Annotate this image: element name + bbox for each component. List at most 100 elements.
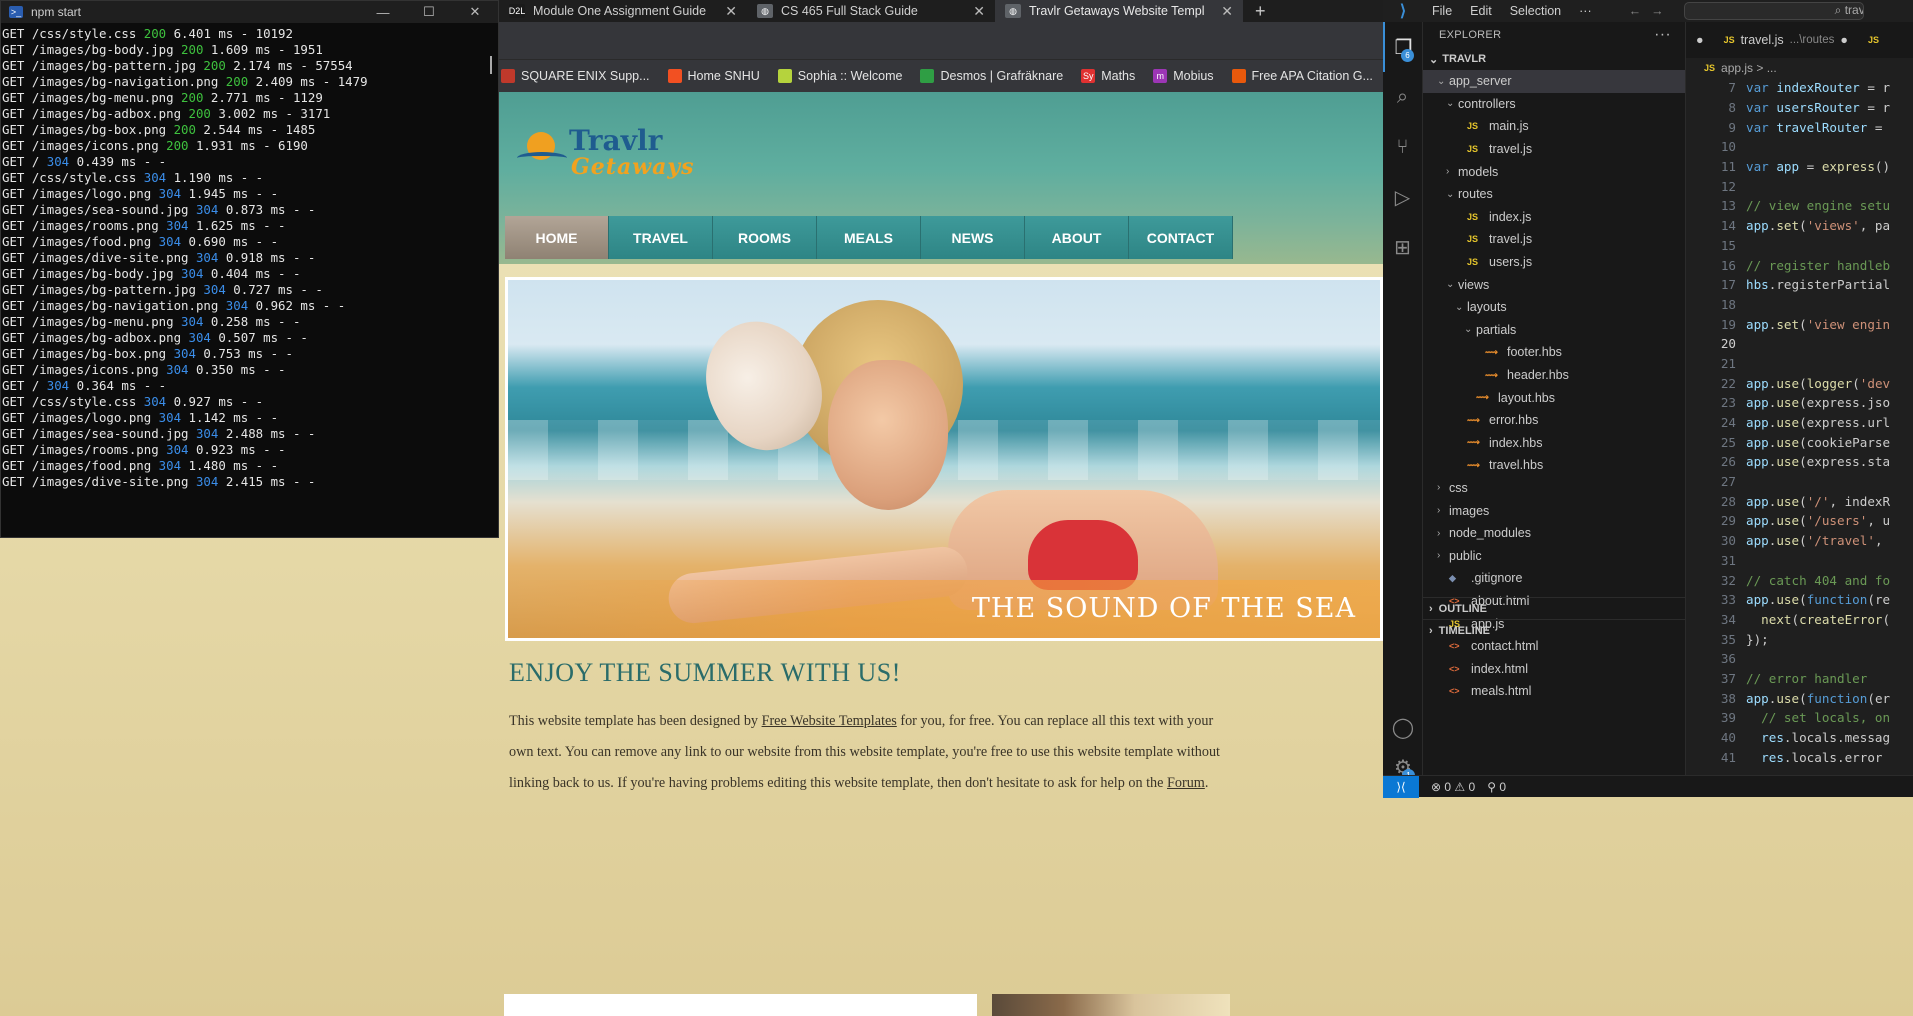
code-line[interactable]: 33 app.use(function(re xyxy=(1686,590,1913,610)
tree-file[interactable]: ⟿ footer.hbs xyxy=(1423,341,1685,364)
tree-folder[interactable]: ⌄ views xyxy=(1423,273,1685,296)
tree-file[interactable]: <> meals.html xyxy=(1423,680,1685,703)
code-line[interactable]: 41 res.locals.error xyxy=(1686,747,1913,767)
nav-meals[interactable]: MEALS xyxy=(817,216,921,259)
timeline-section[interactable]: › TIMELINE xyxy=(1423,619,1685,641)
browser-tab[interactable]: ◍ Travlr Getaways Website Templ ✕ xyxy=(995,0,1243,22)
run-debug-icon[interactable]: ▷ xyxy=(1383,172,1422,222)
ports-status[interactable]: ⚲ 0 xyxy=(1487,780,1506,794)
code-line[interactable]: 23 app.use(express.jso xyxy=(1686,393,1913,413)
menu-more[interactable]: ··· xyxy=(1570,4,1601,18)
tree-file[interactable]: JS main.js xyxy=(1423,115,1685,138)
bookmark[interactable]: Home SNHU xyxy=(667,69,760,83)
tree-folder[interactable]: ⌄ controllers xyxy=(1423,93,1685,116)
tree-file[interactable]: ⟿ travel.hbs xyxy=(1423,454,1685,477)
tree-file[interactable]: ⟿ header.hbs xyxy=(1423,364,1685,387)
breadcrumb[interactable]: JS app.js > ... xyxy=(1686,58,1913,78)
bookmark[interactable]: SQUARE ENIX Supp... xyxy=(501,69,650,83)
code-line[interactable]: 30 app.use('/travel', xyxy=(1686,531,1913,551)
code-line[interactable]: 18 xyxy=(1686,295,1913,315)
browser-tab[interactable]: D2L Module One Assignment Guide ✕ xyxy=(499,0,747,22)
nav-news[interactable]: NEWS xyxy=(921,216,1025,259)
code-line[interactable]: 19 app.set('view engin xyxy=(1686,314,1913,334)
menu-edit[interactable]: Edit xyxy=(1461,4,1501,18)
close-icon[interactable]: ✕ xyxy=(452,4,498,20)
code-line[interactable]: 20 xyxy=(1686,334,1913,354)
bookmark[interactable]: Sophia :: Welcome xyxy=(777,69,902,83)
tab-app-js[interactable]: JS xyxy=(1858,22,1889,58)
code-line[interactable]: 26 app.use(express.sta xyxy=(1686,452,1913,472)
outline-section[interactable]: › OUTLINE xyxy=(1423,597,1685,619)
code-line[interactable]: 13 // view engine setu xyxy=(1686,196,1913,216)
tab-modified-indicator[interactable]: ● xyxy=(1686,22,1714,58)
code-line[interactable]: 12 xyxy=(1686,176,1913,196)
tree-file[interactable]: <> index.html xyxy=(1423,657,1685,680)
code-line[interactable]: 39 // set locals, on xyxy=(1686,708,1913,728)
source-control-icon[interactable]: ⑂ xyxy=(1383,122,1422,172)
tree-file[interactable]: ⟿ error.hbs xyxy=(1423,409,1685,432)
menu-selection[interactable]: Selection xyxy=(1501,4,1570,18)
terminal-output[interactable]: GET /css/style.css 200 6.401 ms - 10192 G… xyxy=(1,23,498,490)
browser-tab[interactable]: ◍ CS 465 Full Stack Guide ✕ xyxy=(747,0,995,22)
tree-folder[interactable]: › models xyxy=(1423,160,1685,183)
tree-file[interactable]: ⟿ layout.hbs xyxy=(1423,386,1685,409)
code-line[interactable]: 29 app.use('/users', u xyxy=(1686,511,1913,531)
tree-file[interactable]: JS index.js xyxy=(1423,206,1685,229)
code-line[interactable]: 11 var app = express() xyxy=(1686,157,1913,177)
tree-file[interactable]: JS travel.js xyxy=(1423,228,1685,251)
code-line[interactable]: 8 var usersRouter = r xyxy=(1686,98,1913,118)
close-tab-icon[interactable]: ✕ xyxy=(725,3,737,20)
remote-icon[interactable]: ⟩⟨ xyxy=(1383,775,1419,798)
modified-dot-icon[interactable]: ● xyxy=(1840,33,1848,47)
maximize-icon[interactable]: ☐ xyxy=(406,4,452,20)
terminal-window[interactable]: >_ npm start — ☐ ✕ GET /css/style.css 20… xyxy=(0,0,499,538)
tree-file[interactable]: ⟿ index.hbs xyxy=(1423,432,1685,455)
command-search-input[interactable]: ⌕ travl xyxy=(1683,2,1864,20)
code-line[interactable]: 24 app.use(express.url xyxy=(1686,413,1913,433)
code-line[interactable]: 38 app.use(function(er xyxy=(1686,688,1913,708)
close-tab-icon[interactable]: ✕ xyxy=(973,3,985,20)
code-line[interactable]: 28 app.use('/', indexR xyxy=(1686,491,1913,511)
free-website-templates-link[interactable]: Free Website Templates xyxy=(762,713,897,729)
code-line[interactable]: 40 res.locals.messag xyxy=(1686,728,1913,748)
bookmark[interactable]: m Mobius xyxy=(1153,69,1214,83)
code-line[interactable]: 22 app.use(logger('dev xyxy=(1686,373,1913,393)
code-line[interactable]: 31 xyxy=(1686,551,1913,571)
minimize-icon[interactable]: — xyxy=(360,5,406,20)
code-line[interactable]: 10 xyxy=(1686,137,1913,157)
new-tab-button[interactable]: + xyxy=(1243,0,1278,22)
close-tab-icon[interactable]: ✕ xyxy=(1221,3,1233,20)
tree-folder[interactable]: ⌄ app_server xyxy=(1423,70,1685,93)
code-line[interactable]: 27 xyxy=(1686,472,1913,492)
tree-folder[interactable]: ⌄ layouts xyxy=(1423,296,1685,319)
bookmark[interactable]: Sy Maths xyxy=(1081,69,1135,83)
terminal-titlebar[interactable]: >_ npm start — ☐ ✕ xyxy=(1,1,498,23)
travlr-logo[interactable]: Travlr Getaways xyxy=(513,124,694,184)
code-line[interactable]: 34 next(createError( xyxy=(1686,610,1913,630)
project-root[interactable]: ⌄ TRAVLR xyxy=(1423,48,1685,70)
address-bar[interactable] xyxy=(499,22,1383,60)
code-line[interactable]: 21 xyxy=(1686,354,1913,374)
tree-file[interactable]: JS travel.js xyxy=(1423,138,1685,161)
nav-contact[interactable]: CONTACT xyxy=(1129,216,1233,259)
tree-folder[interactable]: › css xyxy=(1423,477,1685,500)
code-line[interactable]: 32 // catch 404 and fo xyxy=(1686,570,1913,590)
tree-folder[interactable]: ⌄ partials xyxy=(1423,319,1685,342)
code-line[interactable]: 15 xyxy=(1686,236,1913,256)
nav-travel[interactable]: TRAVEL xyxy=(609,216,713,259)
tree-folder[interactable]: ⌄ routes xyxy=(1423,183,1685,206)
menu-file[interactable]: File xyxy=(1423,4,1461,18)
nav-about[interactable]: ABOUT xyxy=(1025,216,1129,259)
problems-status[interactable]: ⊗ 0 ⚠ 0 xyxy=(1431,780,1475,794)
tree-folder[interactable]: › images xyxy=(1423,499,1685,522)
code-line[interactable]: 17 hbs.registerPartial xyxy=(1686,275,1913,295)
bookmark[interactable]: Desmos | Grafräknare xyxy=(920,69,1063,83)
code-line[interactable]: 37 // error handler xyxy=(1686,669,1913,689)
code-line[interactable]: 25 app.use(cookieParse xyxy=(1686,432,1913,452)
nav-arrows-icon[interactable]: ←→ xyxy=(1629,4,1674,18)
tree-folder[interactable]: › node_modules xyxy=(1423,522,1685,545)
code-area[interactable]: 7 var indexRouter = r 8 var usersRouter = r… xyxy=(1686,78,1913,767)
terminal-scrollbar[interactable] xyxy=(490,56,492,74)
code-line[interactable]: 7 var indexRouter = r xyxy=(1686,78,1913,98)
extensions-icon[interactable]: ⊞ xyxy=(1383,222,1422,272)
